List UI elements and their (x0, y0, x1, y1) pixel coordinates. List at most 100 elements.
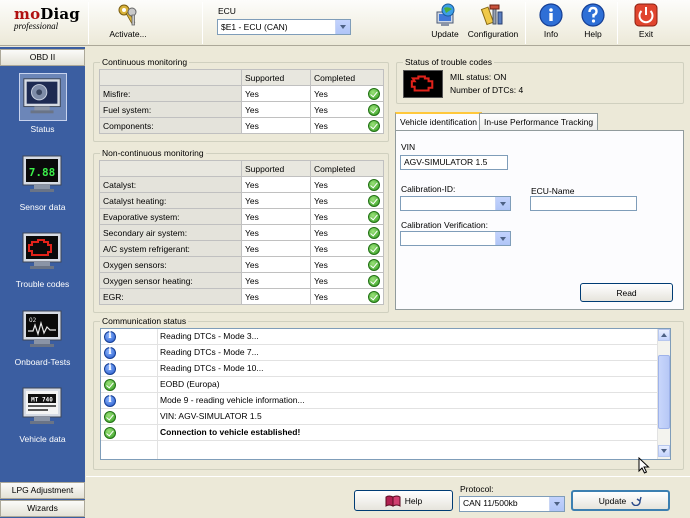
exit-button[interactable]: Exit (630, 0, 662, 45)
row-completed-value: Yes (314, 243, 328, 254)
row-completed: Yes (310, 256, 384, 273)
row-supported: Yes (241, 240, 311, 257)
check-icon (368, 275, 380, 287)
row-completed-value: Yes (314, 259, 328, 270)
toolbar-separator (202, 2, 203, 44)
sidebar-item-vehicle-data[interactable]: MT 740 Vehicle data (0, 383, 85, 444)
engine-monitor-icon (18, 73, 67, 121)
row-completed: Yes (310, 288, 384, 305)
communication-log[interactable]: Reading DTCs - Mode 3... Reading DTCs - … (100, 328, 671, 460)
ecu-name-label: ECU-Name (531, 186, 575, 196)
sidebar-item-onboard-tests[interactable]: O2 Onboard-Tests (0, 306, 85, 367)
update-button[interactable]: Update (571, 490, 670, 511)
chevron-down-icon[interactable] (495, 197, 510, 210)
chevron-down-icon[interactable] (658, 445, 670, 457)
app-logo: moDiag professional (14, 5, 80, 31)
toolbar: moDiag professional Activate... ECU $E1 … (0, 0, 690, 46)
info-icon (539, 3, 563, 27)
log-row: Connection to vehicle established! (101, 425, 658, 441)
log-text: Reading DTCs - Mode 7... (160, 347, 259, 357)
table-row: Oxygen sensors: Yes Yes (99, 256, 384, 273)
row-completed: Yes (310, 240, 384, 257)
ecu-name-field[interactable] (530, 196, 637, 211)
calibration-id-select[interactable] (400, 196, 511, 211)
row-supported: Yes (241, 224, 311, 241)
chevron-down-icon[interactable] (495, 232, 510, 245)
read-button[interactable]: Read (580, 283, 673, 302)
table-row: A/C system refrigerant: Yes Yes (99, 240, 384, 257)
sidebar-footer-lpg-adjustment[interactable]: LPG Adjustment (0, 482, 85, 499)
log-scrollbar[interactable] (657, 329, 670, 459)
info-button[interactable]: Info (535, 0, 567, 45)
check-icon (368, 259, 380, 271)
activate-button[interactable]: Activate... (103, 0, 153, 45)
ecu-select[interactable]: $E1 - ECU (CAN) (217, 19, 351, 35)
log-text: Connection to vehicle established! (160, 427, 301, 437)
row-completed-value: Yes (314, 120, 328, 131)
tab-vehicle-identification[interactable]: Vehicle identification (395, 112, 483, 131)
vin-label: VIN (401, 142, 416, 152)
help-toolbar-label: Help (584, 29, 602, 39)
check-icon (104, 411, 116, 423)
sidebar-header-obd2[interactable]: OBD II (0, 49, 85, 66)
help-toolbar-button[interactable]: Help (577, 0, 609, 45)
sidebar-item-trouble-codes-label: Trouble codes (15, 279, 70, 289)
calibration-verification-label: Calibration Verification: (401, 220, 488, 230)
protocol-value: CAN 11/500kb (463, 498, 518, 508)
sidebar-item-sensor-data[interactable]: 7.88 Sensor data (0, 151, 85, 212)
log-row: EOBD (Europa) (101, 377, 658, 393)
row-completed-value: Yes (314, 291, 328, 302)
vehicle-identification-panel: VIN AGV-SIMULATOR 1.5 Calibration-ID: EC… (395, 130, 684, 310)
continuous-monitoring-title: Continuous monitoring (100, 57, 190, 67)
tab-in-use-performance[interactable]: In-use Performance Tracking (479, 113, 599, 131)
row-supported: Yes (241, 176, 311, 193)
chevron-down-icon[interactable] (549, 497, 564, 511)
table-header-supported: Supported (241, 160, 311, 177)
protocol-select[interactable]: CAN 11/500kb (459, 496, 565, 512)
configuration-button[interactable]: Configuration (467, 0, 519, 45)
table-header-completed: Completed (310, 160, 384, 177)
row-supported: Yes (241, 208, 311, 225)
sidebar-item-status-label: Status (30, 124, 55, 134)
sidebar-item-status[interactable]: Status (0, 73, 85, 134)
log-row: Reading DTCs - Mode 7... (101, 345, 658, 361)
info-icon (104, 331, 116, 343)
update-toolbar-label: Update (431, 29, 459, 39)
globe-monitor-icon (436, 3, 455, 26)
check-icon (368, 120, 380, 132)
update-toolbar-button[interactable]: Update (427, 0, 463, 45)
check-icon (368, 227, 380, 239)
calibration-verification-select[interactable] (400, 231, 511, 246)
help-button[interactable]: Help (354, 490, 453, 511)
sensor-display-icon: 7.88 (22, 155, 61, 192)
table-row: Evaporative system: Yes Yes (99, 208, 384, 225)
help-icon (581, 3, 605, 27)
vin-field[interactable]: AGV-SIMULATOR 1.5 (400, 155, 508, 170)
log-row: Reading DTCs - Mode 10... (101, 361, 658, 377)
row-completed: Yes (310, 192, 384, 209)
vehicle-plate-text: MT 740 (31, 397, 53, 404)
row-name: EGR: (99, 288, 242, 305)
check-icon (368, 104, 380, 116)
chevron-down-icon[interactable] (335, 20, 350, 34)
ecu-label: ECU (218, 6, 236, 16)
row-completed: Yes (310, 208, 384, 225)
row-name: Catalyst heating: (99, 192, 242, 209)
table-header-supported: Supported (241, 69, 311, 86)
check-icon (368, 243, 380, 255)
scrollbar-thumb[interactable] (658, 355, 670, 429)
protocol-label: Protocol: (460, 484, 494, 494)
log-text: Reading DTCs - Mode 3... (160, 331, 259, 341)
check-icon (104, 379, 116, 391)
sidebar-item-trouble-codes[interactable]: Trouble codes (0, 228, 85, 289)
row-completed-value: Yes (314, 88, 328, 99)
sidebar-footer-wizards[interactable]: Wizards (0, 500, 85, 517)
oscilloscope-monitor-icon: O2 (22, 310, 61, 347)
table-row: EGR: Yes Yes (99, 288, 384, 305)
row-completed-value: Yes (314, 211, 328, 222)
row-completed-value: Yes (314, 227, 328, 238)
chevron-up-icon[interactable] (658, 329, 670, 341)
book-icon (385, 495, 401, 507)
log-text: EOBD (Europa) (160, 379, 220, 389)
check-icon (368, 195, 380, 207)
